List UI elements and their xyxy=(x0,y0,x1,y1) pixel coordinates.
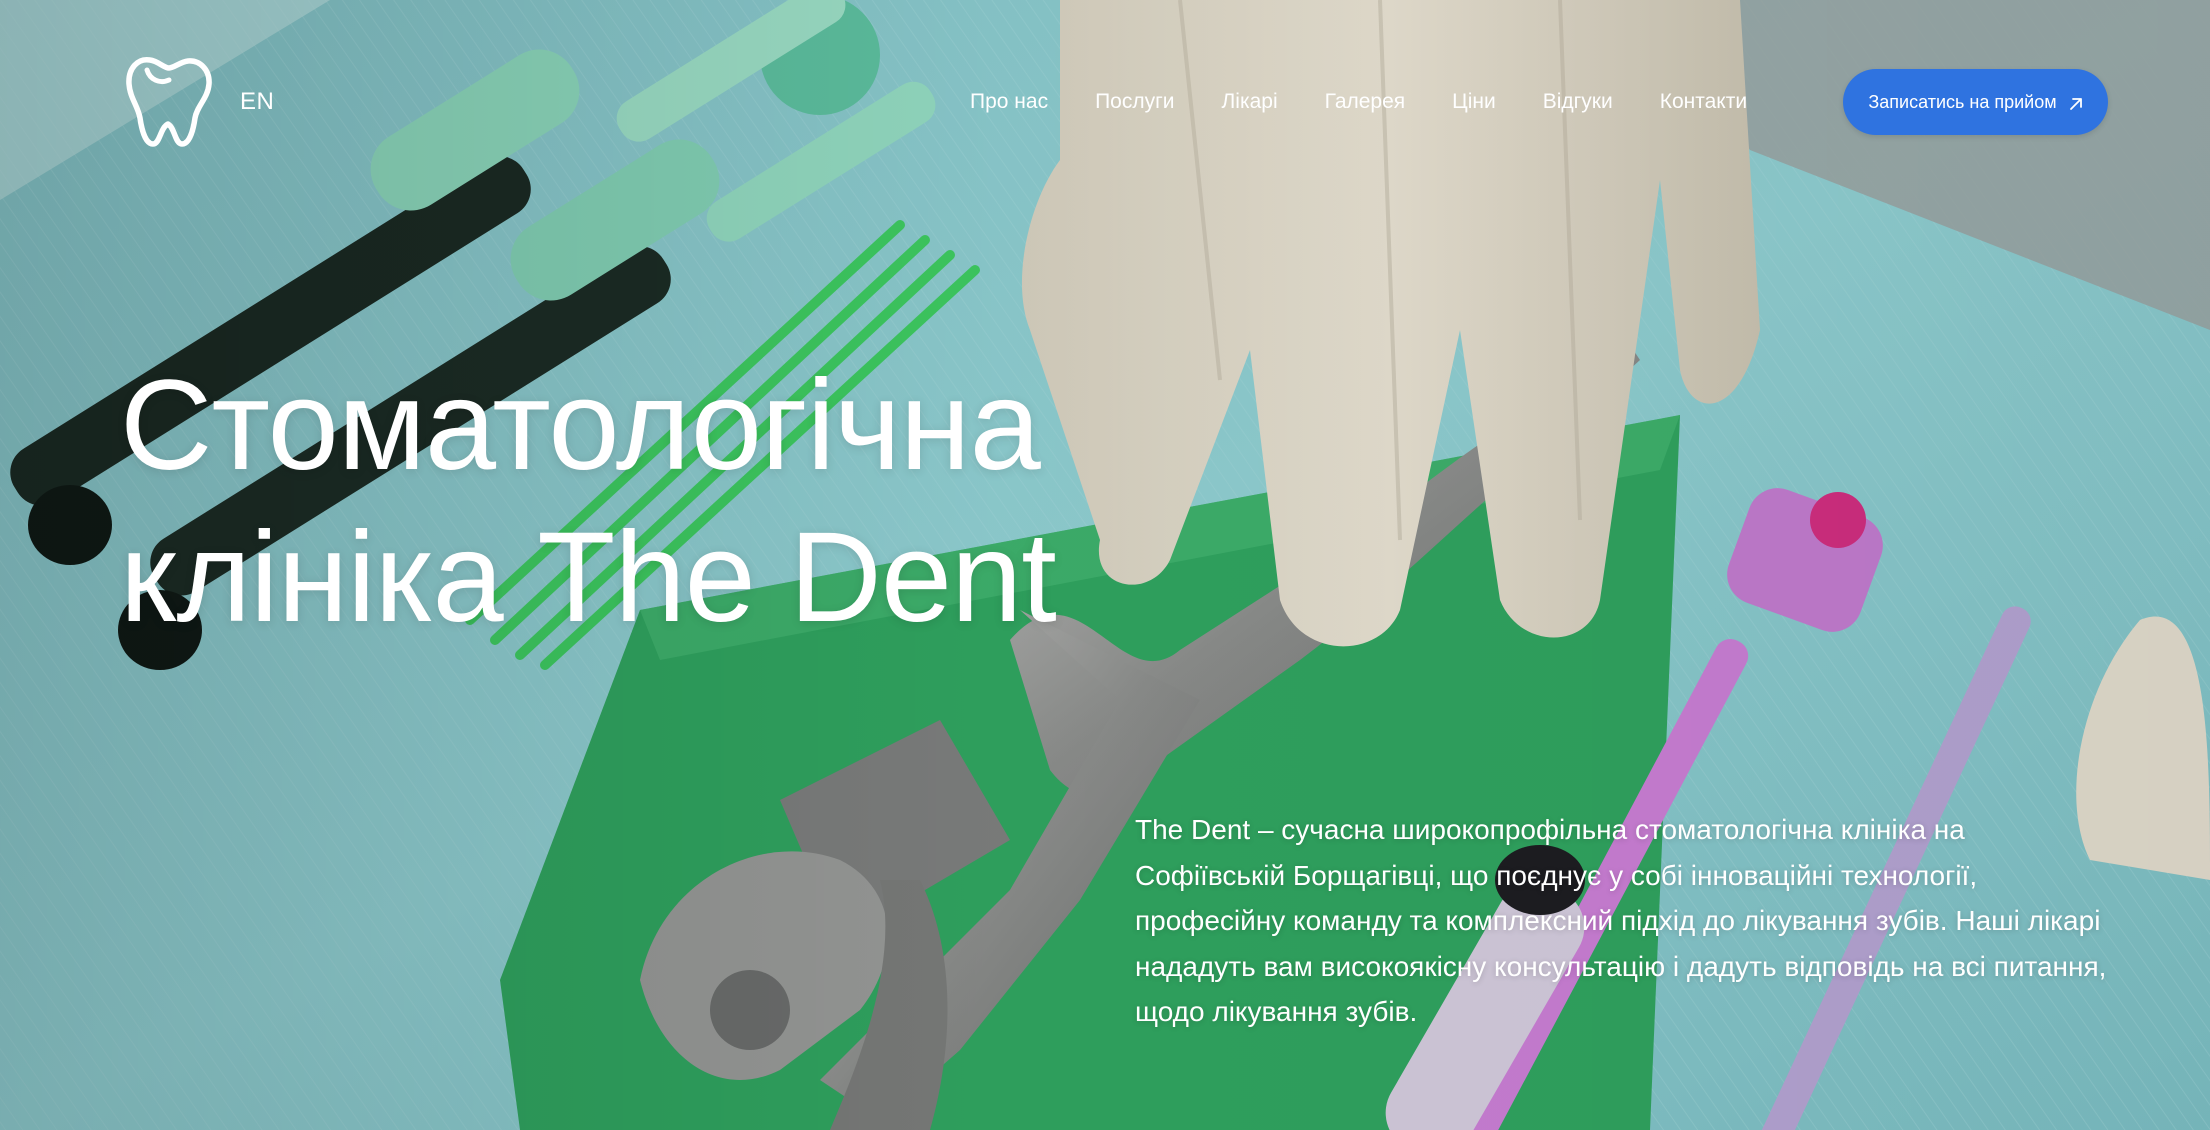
nav-item-gallery[interactable]: Галерея xyxy=(1325,88,1406,116)
hero-section: EN Про нас Послуги Лікарі Галерея Ціни В… xyxy=(0,0,2210,1130)
book-appointment-label: Записатись на прийом xyxy=(1868,91,2057,112)
hero-description: The Dent – сучасна широкопрофільна стома… xyxy=(1135,814,2107,1027)
nav-item-reviews[interactable]: Відгуки xyxy=(1543,88,1613,116)
book-appointment-button[interactable]: Записатись на прийом xyxy=(1843,69,2108,135)
nav-item-contacts[interactable]: Контакти xyxy=(1660,88,1747,116)
nav-item-about[interactable]: Про нас xyxy=(970,88,1048,116)
page-title-line-1: Стоматологічна xyxy=(120,354,1041,497)
page-title: Стоматологічна клініка The Dent xyxy=(120,350,1057,654)
main-nav: Про нас Послуги Лікарі Галерея Ціни Відг… xyxy=(970,88,1747,116)
nav-item-prices[interactable]: Ціни xyxy=(1452,88,1496,116)
language-switch[interactable]: EN xyxy=(240,88,274,116)
page-title-line-2: клініка The Dent xyxy=(120,506,1057,649)
tooth-logo-icon[interactable] xyxy=(120,54,220,150)
nav-item-doctors[interactable]: Лікарі xyxy=(1222,88,1278,116)
nav-item-services[interactable]: Послуги xyxy=(1095,88,1174,116)
arrow-up-right-icon xyxy=(2069,95,2083,110)
site-header: EN Про нас Послуги Лікарі Галерея Ціни В… xyxy=(0,0,2210,205)
